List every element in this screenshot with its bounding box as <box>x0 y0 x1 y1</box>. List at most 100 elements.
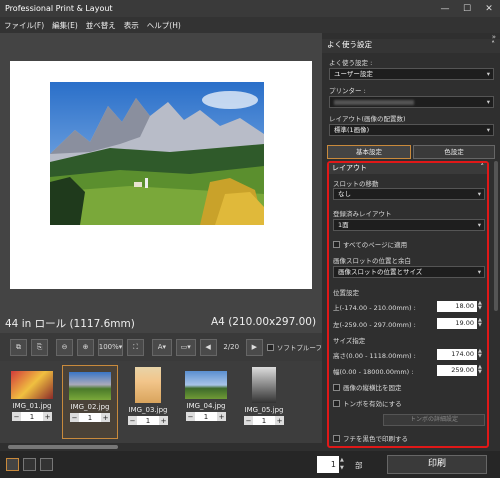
plus-button[interactable]: + <box>43 412 52 421</box>
softproof-checkbox[interactable]: ソフトプルーフ <box>266 342 322 352</box>
apply-all-pages-checkbox[interactable]: すべてのページに適用 <box>333 239 407 249</box>
checkbox-box[interactable] <box>333 240 340 248</box>
zoom-out-icon[interactable]: ⊖ <box>56 338 73 356</box>
height-spinner[interactable]: ▲ ▼ <box>478 349 486 360</box>
tab-basic-settings[interactable]: 基本設定 <box>327 145 411 159</box>
minus-button[interactable]: − <box>244 416 253 425</box>
zoom-select[interactable]: 100% ▾ <box>98 338 123 356</box>
minus-button[interactable]: − <box>12 412 21 421</box>
menu-file[interactable]: ファイル(F) <box>4 20 44 31</box>
thumbnail-item[interactable]: IMG_05.jpg −1 + <box>236 365 292 439</box>
page-layout-select[interactable]: ▭▾ <box>175 338 196 356</box>
tab-color-settings[interactable]: 色設定 <box>413 145 495 159</box>
crop-marks-detail-button[interactable]: トンボの詳細設定 <box>383 414 485 426</box>
thumbnail-image[interactable] <box>69 372 111 400</box>
quantity-stepper[interactable]: −1 + <box>178 412 234 421</box>
softproof-label: ソフトプルーフ <box>276 344 322 352</box>
top-offset-spinner[interactable]: ▲ ▼ <box>478 301 486 312</box>
softproof-box[interactable] <box>266 343 274 351</box>
thumbnail-image[interactable] <box>252 367 276 403</box>
quantity-value[interactable]: 1 <box>21 412 43 421</box>
close-icon[interactable]: ✕ <box>478 0 500 17</box>
plus-button[interactable]: + <box>159 416 168 425</box>
chevron-up-icon[interactable]: ˄ <box>491 40 495 49</box>
thumbnail-item-selected[interactable]: IMG_02.jpg −1 + <box>62 365 118 439</box>
thumbnail-item[interactable]: IMG_04.jpg −1 + <box>178 365 234 439</box>
quantity-stepper[interactable]: −1 + <box>236 416 292 425</box>
width-input[interactable]: 259.00 <box>437 365 477 376</box>
thumbnail-scrollbar[interactable] <box>0 443 322 451</box>
view-split-icon[interactable] <box>23 458 36 471</box>
preview-image[interactable] <box>50 82 264 225</box>
next-page-button[interactable]: ▶ <box>245 338 263 356</box>
remove-page-icon[interactable]: ⎘ <box>31 338 48 356</box>
height-input[interactable]: 174.00 <box>437 349 477 360</box>
menu-sort[interactable]: 並べ替え <box>86 20 116 31</box>
thumbnail-image[interactable] <box>11 371 53 399</box>
favorites-select-value: ユーザー設定 <box>334 70 373 78</box>
left-offset-input[interactable]: 19.00 <box>437 318 477 329</box>
print-button[interactable]: 印刷 <box>387 455 487 474</box>
panel-scrollbar[interactable] <box>494 161 498 311</box>
registered-layout-select[interactable]: 1面 <box>333 219 485 231</box>
maximize-icon[interactable]: ☐ <box>456 0 478 17</box>
fix-aspect-checkbox[interactable]: 画像の縦横比を固定 <box>333 382 402 392</box>
thumbnail-image[interactable] <box>135 367 161 403</box>
favorites-select[interactable]: ユーザー設定 <box>329 68 494 80</box>
slot-move-select[interactable]: なし <box>333 188 485 200</box>
crop-marks-label: トンボを有効にする <box>343 400 402 408</box>
layout-section-header[interactable]: レイアウト ˄ <box>329 163 487 174</box>
top-offset-input[interactable]: 18.00 <box>437 301 477 312</box>
size-setting-label: サイズ指定 <box>333 337 366 345</box>
roll-size-text: 44 in ロール (1117.6mm) <box>5 318 135 330</box>
quantity-stepper[interactable]: −1 + <box>4 412 60 421</box>
layout-count-select[interactable]: 標準(1画像) <box>329 124 494 136</box>
fit-icon[interactable]: ⛶ <box>126 338 144 356</box>
checkbox-box[interactable] <box>333 399 340 407</box>
quantity-stepper[interactable]: −1 + <box>120 416 176 425</box>
quantity-value[interactable]: 1 <box>79 413 101 422</box>
quantity-value[interactable]: 1 <box>195 412 217 421</box>
minimize-icon[interactable]: — <box>434 0 456 17</box>
crop-marks-checkbox[interactable]: トンボを有効にする <box>333 398 402 408</box>
print-black-border-checkbox[interactable]: フチを黒色で印刷する <box>333 433 408 443</box>
quantity-value[interactable]: 1 <box>253 416 275 425</box>
minus-button[interactable]: − <box>70 413 79 422</box>
left-offset-spinner[interactable]: ▲ ▼ <box>478 318 486 329</box>
thumbnail-item[interactable]: IMG_03.jpg −1 + <box>120 365 176 439</box>
minus-button[interactable]: − <box>128 416 137 425</box>
copies-input[interactable]: 1 <box>317 456 339 473</box>
view-single-icon[interactable] <box>6 458 19 471</box>
zoom-in-icon[interactable]: ⊕ <box>77 338 94 356</box>
favorites-header[interactable]: よく使う設定 ˄ <box>322 39 500 53</box>
quantity-stepper[interactable]: −1 + <box>63 413 117 422</box>
menu-edit[interactable]: 編集(E) <box>52 20 78 31</box>
plus-button[interactable]: + <box>275 416 284 425</box>
chevron-up-icon[interactable]: ˄ <box>481 163 485 171</box>
minus-button[interactable]: − <box>186 412 195 421</box>
menu-view[interactable]: 表示 <box>124 20 139 31</box>
scrollbar-thumb[interactable] <box>8 445 118 449</box>
top-offset-label: 上(-174.00 - 210.00mm) : <box>333 304 416 312</box>
image-position-select[interactable]: 画像スロットの位置とサイズ <box>333 266 485 278</box>
printer-name-redacted <box>334 100 414 105</box>
plus-button[interactable]: + <box>101 413 110 422</box>
menu-help[interactable]: ヘルプ(H) <box>147 20 181 31</box>
add-page-icon[interactable]: ⧉ <box>10 338 27 356</box>
printer-select[interactable] <box>329 96 494 108</box>
checkbox-box[interactable] <box>333 434 340 442</box>
plus-button[interactable]: + <box>217 412 226 421</box>
quantity-value[interactable]: 1 <box>137 416 159 425</box>
registered-layout-value: 1面 <box>338 221 349 229</box>
prev-page-button[interactable]: ◀ <box>199 338 217 356</box>
thumbnail-image[interactable] <box>185 371 227 399</box>
copies-spinner[interactable]: ▲ ▼ <box>340 456 348 473</box>
paper-select[interactable]: A▾ <box>151 338 172 356</box>
width-spinner[interactable]: ▲ ▼ <box>478 365 486 376</box>
settings-panel: » よく使う設定 ˄ よく使う設定 : ユーザー設定 プリンター : レイアウト… <box>322 33 500 451</box>
thumbnail-item[interactable]: IMG_01.jpg −1 + <box>4 365 60 439</box>
checkbox-box[interactable] <box>333 383 340 391</box>
view-thumbnails-icon[interactable] <box>40 458 53 471</box>
paper-size-text: A4 (210.00x297.00) <box>211 316 317 328</box>
paper-preview[interactable] <box>10 61 312 289</box>
